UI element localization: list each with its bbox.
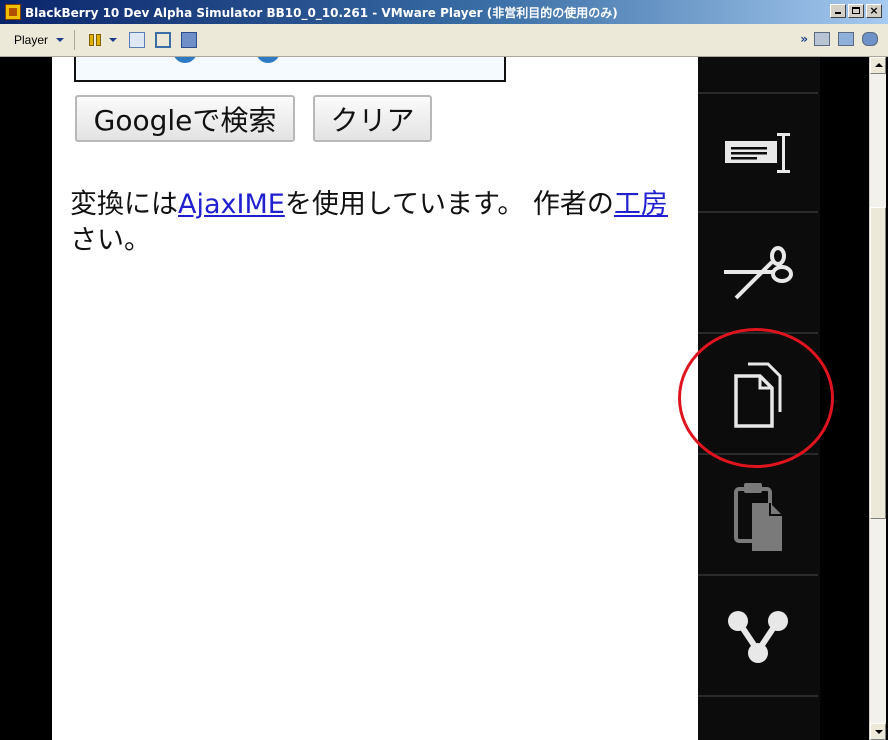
scroll-down-button[interactable]	[870, 723, 886, 740]
send-ctrl-alt-del-icon[interactable]	[129, 32, 146, 48]
toolbar-separator	[74, 30, 76, 50]
cut-button[interactable]	[698, 215, 818, 334]
scroll-thumb[interactable]	[870, 207, 886, 519]
select-text-button[interactable]	[698, 94, 818, 213]
share-icon	[728, 610, 788, 663]
vmware-toolbar: Player »	[0, 24, 888, 57]
toolbar-device-area: »	[800, 32, 878, 46]
browser-page: Googleで検索 クリア 変換にはAjaxIMEを使用しています。 作者の工房…	[52, 57, 698, 740]
player-menu-label: Player	[14, 33, 49, 47]
paste-icon	[734, 482, 782, 551]
unity-icon[interactable]	[181, 32, 198, 48]
overflow-chevron-icon[interactable]: »	[800, 32, 808, 46]
author-workshop-link[interactable]: 工房	[614, 189, 668, 220]
copy-highlight-circle	[678, 328, 834, 468]
vertical-scrollbar[interactable]	[869, 57, 886, 740]
paragraph-text: 変換には	[70, 189, 178, 220]
scroll-up-button[interactable]	[870, 57, 886, 74]
search-input[interactable]	[74, 57, 506, 82]
maximize-button[interactable]	[848, 4, 864, 18]
close-button[interactable]: ×	[866, 4, 882, 18]
chevron-down-icon	[56, 38, 65, 42]
info-paragraph: 変換にはAjaxIMEを使用しています。 作者の工房 さい。	[70, 187, 698, 259]
select-text-icon	[725, 132, 790, 173]
paragraph-text: を使用しています。 作者の	[284, 189, 614, 220]
pause-icon[interactable]	[87, 32, 103, 48]
usb-device-icon[interactable]	[862, 32, 878, 46]
window-title-bar[interactable]: BlackBerry 10 Dev Alpha Simulator BB10_0…	[0, 0, 888, 24]
paragraph-text-line2: さい。	[70, 225, 151, 256]
pause-dropdown-icon[interactable]	[109, 38, 118, 42]
network-adapter-icon[interactable]	[838, 32, 854, 46]
fullscreen-icon[interactable]	[155, 32, 172, 48]
player-menu[interactable]: Player	[14, 33, 65, 47]
google-search-button[interactable]: Googleで検索	[75, 95, 295, 142]
minimize-button[interactable]	[830, 4, 846, 18]
window-controls: ×	[830, 4, 882, 18]
decoration-dot	[256, 57, 280, 63]
window-title: BlackBerry 10 Dev Alpha Simulator BB10_0…	[25, 5, 618, 20]
paste-button	[698, 457, 818, 576]
rail-bottom-spacer	[698, 699, 818, 740]
decoration-dot	[173, 57, 197, 63]
share-button[interactable]	[698, 578, 818, 697]
hard-disk-icon[interactable]	[814, 32, 830, 46]
cut-icon	[724, 245, 793, 299]
guest-screen: Googleで検索 クリア 変換にはAjaxIMEを使用しています。 作者の工房…	[0, 57, 888, 740]
rail-top-spacer	[698, 57, 818, 94]
clear-button[interactable]: クリア	[313, 95, 432, 142]
ajaxime-link[interactable]: AjaxIME	[178, 189, 285, 220]
vmware-app-icon[interactable]	[5, 4, 21, 20]
